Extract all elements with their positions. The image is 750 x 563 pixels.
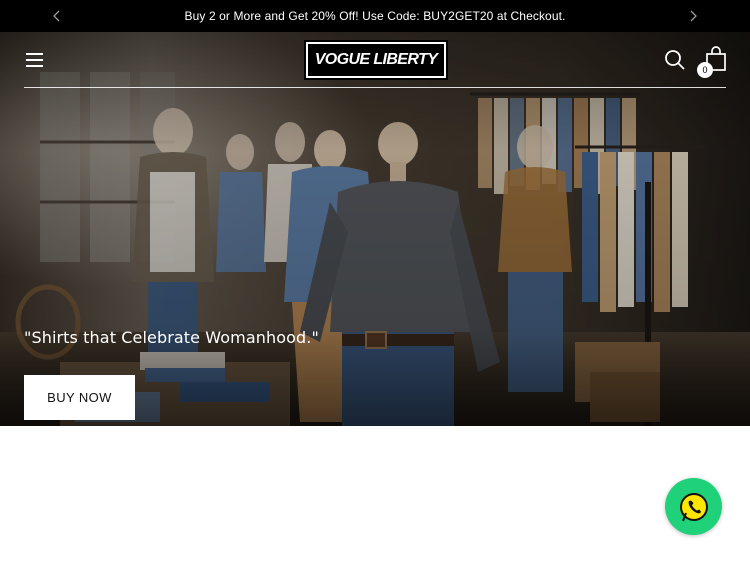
whatsapp-icon: [679, 492, 708, 521]
search-icon[interactable]: [664, 49, 686, 71]
hamburger-icon[interactable]: [24, 50, 46, 70]
announcement-bar: Buy 2 or More and Get 20% Off! Use Code:…: [0, 0, 750, 32]
chevron-left-icon[interactable]: [49, 8, 65, 24]
buy-now-button[interactable]: BUY NOW: [24, 375, 135, 420]
whatsapp-button[interactable]: [665, 478, 722, 535]
site-logo[interactable]: VOGUE LIBERTY: [304, 40, 448, 80]
cart-count-badge[interactable]: 0: [697, 62, 713, 78]
hero-banner: "Shirts that Celebrate Womanhood." BUY N…: [0, 32, 750, 426]
chevron-right-icon[interactable]: [685, 8, 701, 24]
logo-text: VOGUE LIBERTY: [314, 51, 438, 68]
site-header: VOGUE LIBERTY 0: [24, 32, 726, 88]
hero-heading: "Shirts that Celebrate Womanhood.": [24, 328, 319, 347]
announcement-text[interactable]: Buy 2 or More and Get 20% Off! Use Code:…: [185, 9, 566, 23]
hero-background-image: [0, 32, 750, 426]
